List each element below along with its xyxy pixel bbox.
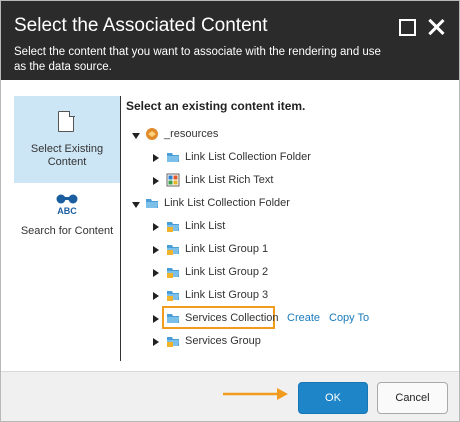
select-content-dialog: Select the Associated Content Select the… bbox=[0, 0, 460, 422]
collapse-arrow-icon[interactable] bbox=[153, 292, 159, 300]
tab-search-content-label: Search for Content bbox=[20, 225, 114, 237]
lock-folder-icon bbox=[167, 268, 179, 278]
tree-label: _resources bbox=[164, 128, 219, 140]
collapse-arrow-icon[interactable] bbox=[153, 338, 159, 346]
collapse-arrow-icon[interactable] bbox=[153, 177, 159, 185]
collapse-arrow-icon[interactable] bbox=[153, 246, 159, 254]
maximize-icon bbox=[399, 19, 416, 36]
tree-label: Services Collection bbox=[185, 312, 279, 324]
resources-icon bbox=[146, 128, 158, 140]
content-prompt: Select an existing content item. bbox=[126, 99, 306, 113]
lock-folder-icon bbox=[167, 337, 179, 347]
lock-folder-icon bbox=[167, 291, 179, 301]
expand-arrow-icon[interactable] bbox=[132, 202, 140, 208]
dialog-body: Select Existing Content ABC Search for C… bbox=[14, 96, 447, 361]
binoculars-icon: ABC bbox=[56, 194, 78, 216]
expand-arrow-icon[interactable] bbox=[132, 133, 140, 139]
tree-label: Link List Collection Folder bbox=[164, 197, 290, 209]
collapse-arrow-icon[interactable] bbox=[153, 154, 159, 162]
tree-label: Link List bbox=[185, 220, 226, 232]
lock-folder-icon bbox=[167, 245, 179, 255]
folder-icon bbox=[146, 199, 158, 208]
dialog-header: Select the Associated Content Select the… bbox=[1, 1, 459, 80]
tab-select-existing-label: Select Existing Content bbox=[30, 143, 104, 168]
sidebar: Select Existing Content ABC Search for C… bbox=[14, 96, 120, 361]
grid-icon bbox=[166, 173, 180, 187]
tab-select-existing[interactable]: Select Existing Content bbox=[14, 96, 120, 183]
collapse-arrow-icon[interactable] bbox=[153, 269, 159, 277]
dialog-subtitle: Select the content that you want to asso… bbox=[14, 46, 381, 73]
tree-label: Link List Group 2 bbox=[185, 266, 269, 278]
folder-icon bbox=[167, 153, 179, 162]
ok-button[interactable]: OK bbox=[298, 382, 368, 414]
cancel-button[interactable]: Cancel bbox=[377, 382, 448, 414]
collapse-arrow-icon[interactable] bbox=[153, 315, 159, 323]
tree-label: Link List Collection Folder bbox=[185, 151, 311, 163]
tree-label: Link List Rich Text bbox=[185, 174, 274, 186]
pointer-arrow-icon bbox=[223, 388, 288, 400]
dialog-title: Select the Associated Content bbox=[14, 15, 268, 36]
lock-folder-icon bbox=[167, 222, 179, 232]
sidebar-divider bbox=[120, 96, 121, 361]
copy-to-link[interactable]: Copy To bbox=[329, 312, 369, 324]
collapse-arrow-icon[interactable] bbox=[153, 223, 159, 231]
document-icon bbox=[58, 110, 75, 132]
tree-label: Link List Group 1 bbox=[185, 243, 269, 255]
maximize-button[interactable] bbox=[398, 18, 416, 36]
tree-label: Link List Group 3 bbox=[185, 289, 269, 301]
content-panel: Select an existing content item. _resour… bbox=[126, 96, 446, 361]
tree-label: Services Group bbox=[185, 335, 261, 347]
create-link[interactable]: Create bbox=[287, 312, 320, 324]
folder-icon bbox=[167, 314, 179, 323]
tab-search-content[interactable]: ABC Search for Content bbox=[14, 186, 120, 266]
svg-text:ABC: ABC bbox=[57, 206, 77, 216]
close-button[interactable] bbox=[427, 18, 445, 36]
